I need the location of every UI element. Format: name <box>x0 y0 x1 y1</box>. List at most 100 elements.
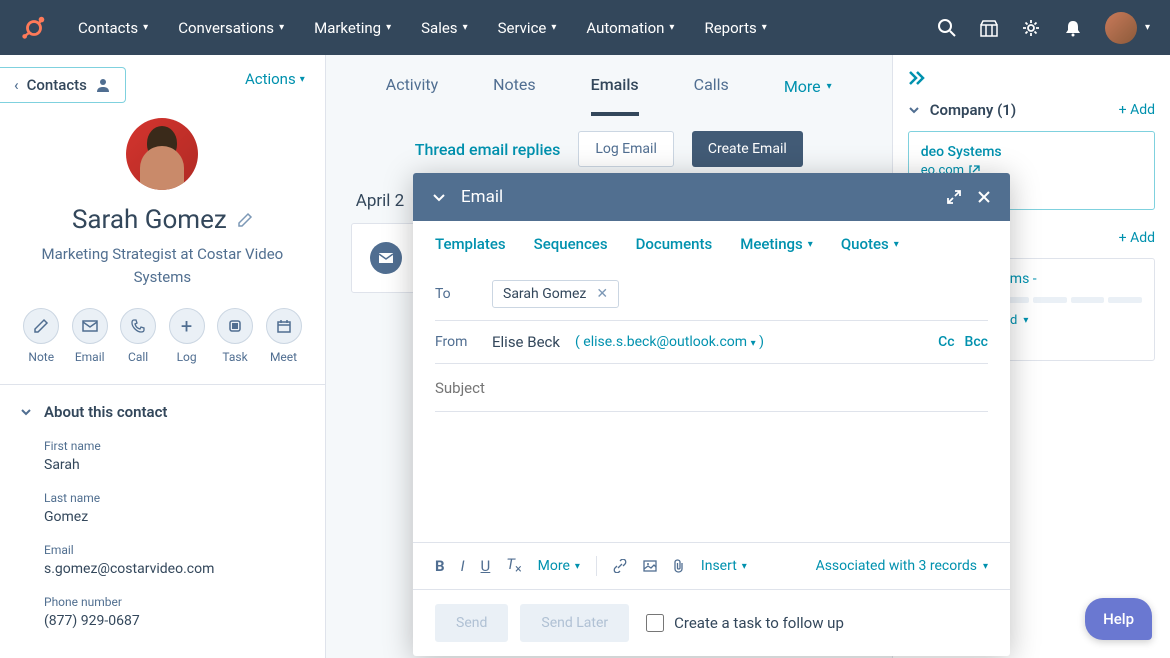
meetings-link[interactable]: Meetings▾ <box>740 235 813 253</box>
nav-marketing[interactable]: Marketing▾ <box>314 19 391 37</box>
tab-calls[interactable]: Calls <box>694 75 729 116</box>
add-company[interactable]: + Add <box>1119 102 1155 118</box>
nav-right: ▾ <box>937 12 1150 44</box>
to-label: To <box>435 286 477 302</box>
note-button[interactable]: Note <box>20 308 62 364</box>
nav-items: Contacts▾ Conversations▾ Marketing▾ Sale… <box>78 19 937 37</box>
tab-activity[interactable]: Activity <box>386 75 438 116</box>
edit-icon[interactable] <box>237 212 253 228</box>
first-name-label: First name <box>44 439 305 453</box>
compose-toolbar: Templates Sequences Documents Meetings▾ … <box>413 221 1010 268</box>
follow-up-label: Create a task to follow up <box>674 614 844 632</box>
clear-format-icon[interactable]: T× <box>506 555 521 577</box>
nav-service[interactable]: Service▾ <box>498 19 557 37</box>
italic-icon[interactable]: I <box>461 557 465 575</box>
format-bar: B I U T× More▾ Insert▾ Associated with 3… <box>413 542 1010 589</box>
nav-conversations[interactable]: Conversations▾ <box>178 19 284 37</box>
cc-link[interactable]: Cc <box>938 334 954 350</box>
phone-label: Phone number <box>44 595 305 609</box>
subject-row <box>435 364 988 412</box>
about-header[interactable]: About this contact <box>20 403 305 421</box>
company-header[interactable]: Company (1) <box>908 101 1016 119</box>
compose-header: Email <box>413 173 1010 221</box>
contact-card: Sarah Gomez Marketing Strategist at Cost… <box>0 103 325 384</box>
tab-emails[interactable]: Emails <box>591 75 639 116</box>
marketplace-icon[interactable] <box>979 18 999 38</box>
to-chip[interactable]: Sarah Gomez✕ <box>492 280 619 308</box>
nav-automation[interactable]: Automation▾ <box>586 19 674 37</box>
templates-link[interactable]: Templates <box>435 235 506 253</box>
user-menu[interactable]: ▾ <box>1105 12 1150 44</box>
last-name-value[interactable]: Gomez <box>44 509 305 525</box>
notifications-icon[interactable] <box>1063 18 1083 38</box>
email-label: Email <box>44 543 305 557</box>
from-label: From <box>435 334 477 350</box>
from-name: Elise Beck <box>492 333 560 351</box>
email-button[interactable]: Email <box>68 308 110 364</box>
chevron-down-icon <box>20 406 32 418</box>
last-name-label: Last name <box>44 491 305 505</box>
email-value[interactable]: s.gomez@costarvideo.com <box>44 561 305 577</box>
collapse-icon[interactable] <box>431 189 447 205</box>
thread-row: Thread email replies Log Email Create Em… <box>346 117 872 181</box>
bold-icon[interactable]: B <box>435 557 445 575</box>
about-section: About this contact First name Sarah Last … <box>0 384 325 647</box>
user-avatar <box>1105 12 1137 44</box>
image-icon[interactable] <box>643 560 657 572</box>
to-row: To Sarah Gomez✕ <box>435 268 988 321</box>
underline-icon[interactable]: U <box>481 557 491 575</box>
settings-icon[interactable] <box>1021 18 1041 38</box>
subject-input[interactable] <box>435 379 988 397</box>
first-name-value[interactable]: Sarah <box>44 457 305 473</box>
nav-contacts[interactable]: Contacts▾ <box>78 19 148 37</box>
tab-notes[interactable]: Notes <box>493 75 536 116</box>
task-button[interactable]: Task <box>214 308 256 364</box>
log-email-button[interactable]: Log Email <box>578 131 674 167</box>
person-icon <box>95 77 111 93</box>
add-deal[interactable]: + Add <box>1119 230 1155 246</box>
meet-button[interactable]: Meet <box>262 308 304 364</box>
back-label: Contacts <box>27 76 87 94</box>
contact-title: Marketing Strategist at Costar Video Sys… <box>20 243 305 288</box>
nav-reports[interactable]: Reports▾ <box>704 19 766 37</box>
create-email-button[interactable]: Create Email <box>692 131 803 167</box>
hubspot-logo[interactable] <box>20 14 48 42</box>
quotes-link[interactable]: Quotes▾ <box>841 235 899 253</box>
bcc-link[interactable]: Bcc <box>965 334 988 350</box>
phone-value[interactable]: (877) 929-0687 <box>44 613 305 629</box>
search-icon[interactable] <box>937 18 957 38</box>
thread-toggle[interactable]: Thread email replies <box>415 140 561 159</box>
send-button[interactable]: Send <box>435 604 508 642</box>
link-icon[interactable] <box>613 559 627 573</box>
compose-footer: Send Send Later Create a task to follow … <box>413 589 1010 656</box>
insert-dropdown[interactable]: Insert▾ <box>701 558 747 574</box>
top-nav: Contacts▾ Conversations▾ Marketing▾ Sale… <box>0 0 1170 55</box>
email-icon <box>370 242 402 274</box>
actions-dropdown[interactable]: Actions▾ <box>245 70 305 88</box>
attach-icon[interactable] <box>673 559 685 573</box>
tab-more[interactable]: More▾ <box>784 75 832 116</box>
sequences-link[interactable]: Sequences <box>534 235 608 253</box>
log-button[interactable]: +Log <box>165 308 207 364</box>
company-name: deo Systems <box>921 144 1142 160</box>
associated-records[interactable]: Associated with 3 records▾ <box>816 558 988 574</box>
compose-title: Email <box>461 187 932 207</box>
contact-name: Sarah Gomez <box>72 205 253 235</box>
send-later-button[interactable]: Send Later <box>520 604 629 642</box>
documents-link[interactable]: Documents <box>636 235 713 253</box>
contact-avatar[interactable] <box>126 118 198 190</box>
expand-icon[interactable] <box>946 189 962 205</box>
from-email[interactable]: ( elise.s.beck@outlook.com ▾ ) <box>575 334 764 350</box>
help-button[interactable]: Help <box>1085 598 1152 640</box>
from-row: From Elise Beck ( elise.s.beck@outlook.c… <box>435 321 988 364</box>
compose-body: To Sarah Gomez✕ From Elise Beck ( elise.… <box>413 268 1010 542</box>
close-icon[interactable] <box>976 189 992 205</box>
compose-textarea[interactable] <box>435 412 988 542</box>
remove-chip-icon[interactable]: ✕ <box>596 286 608 302</box>
nav-sales[interactable]: Sales▾ <box>421 19 467 37</box>
follow-up-checkbox[interactable] <box>646 614 664 632</box>
format-more[interactable]: More▾ <box>538 558 580 574</box>
back-to-contacts[interactable]: ‹ Contacts <box>0 67 126 103</box>
expand-icon[interactable] <box>908 70 1155 86</box>
call-button[interactable]: Call <box>117 308 159 364</box>
